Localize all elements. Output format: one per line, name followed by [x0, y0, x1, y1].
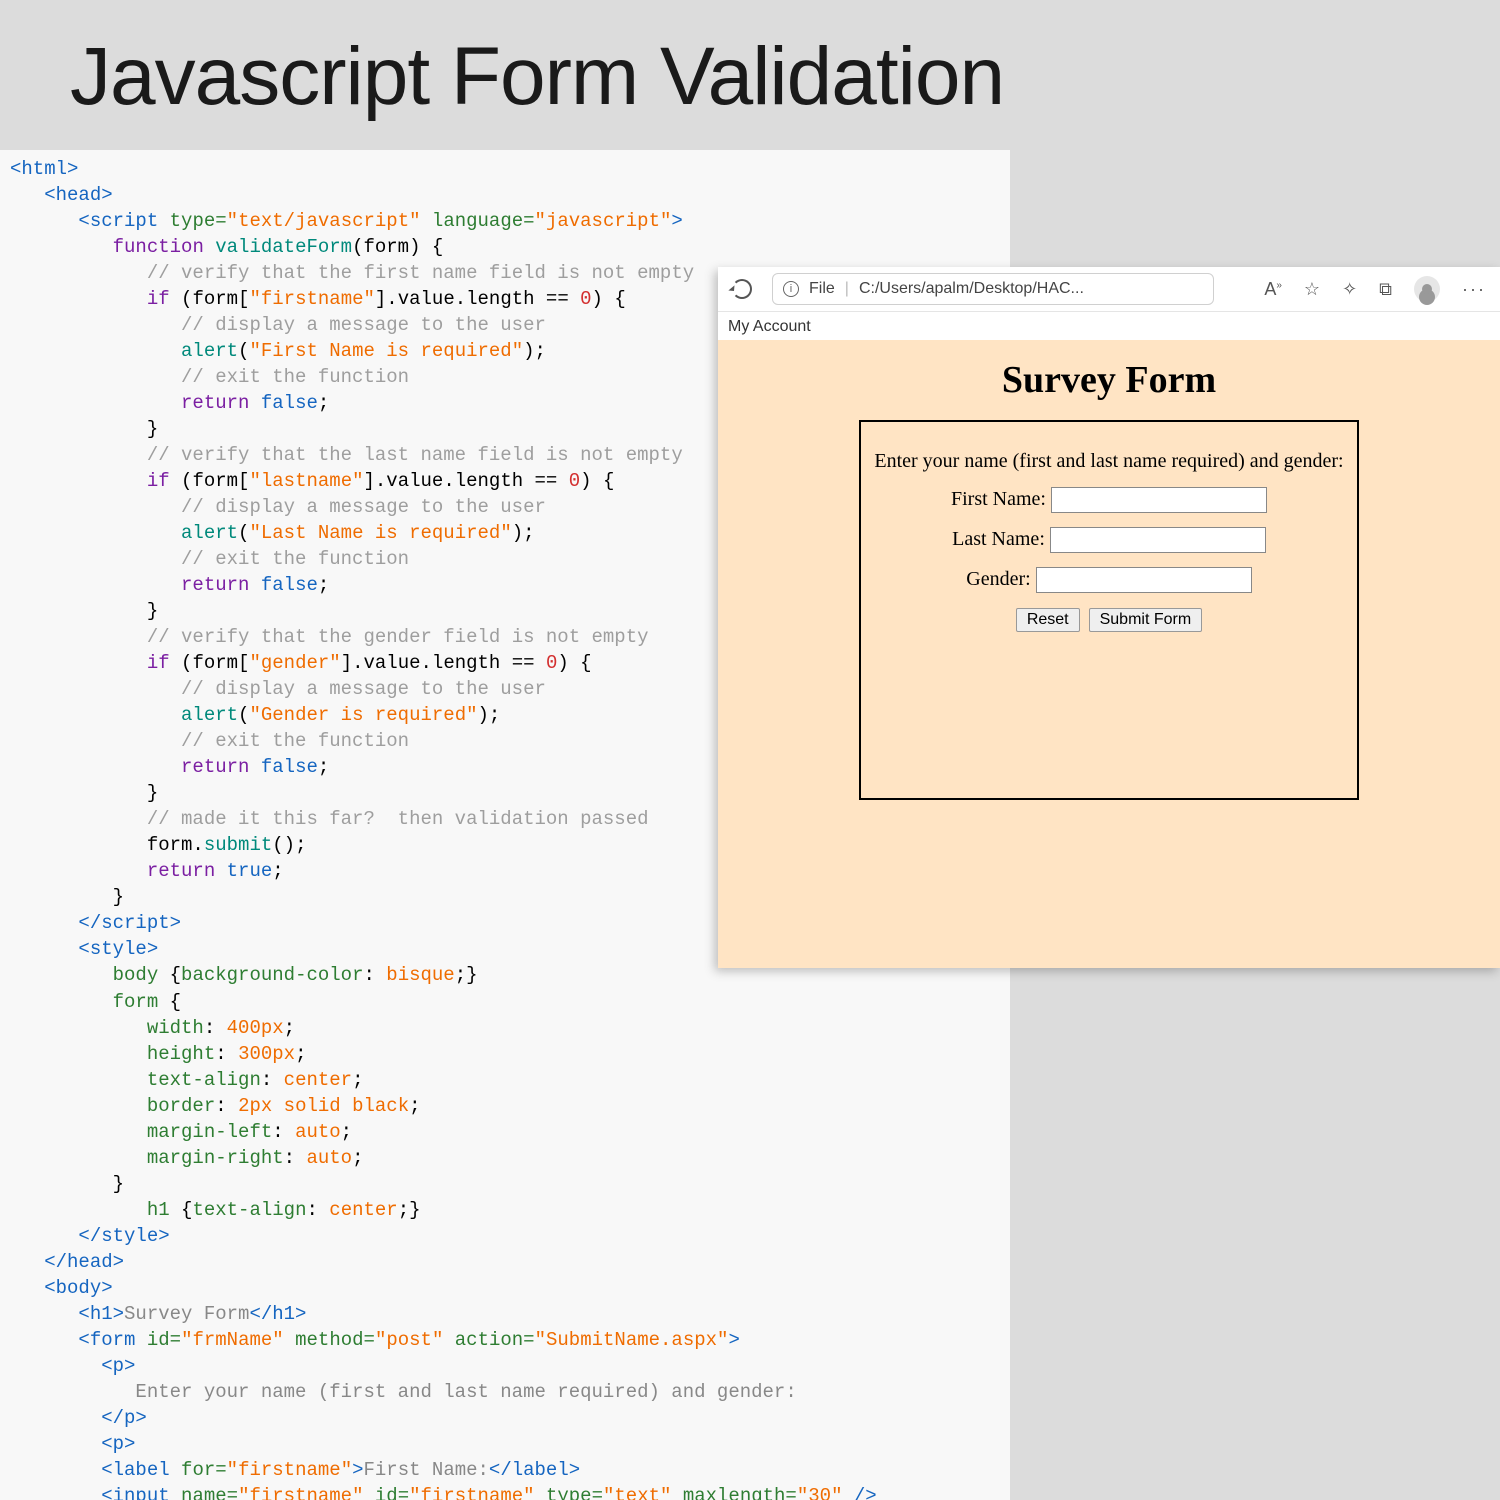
code-str: First Name is required: [261, 340, 512, 362]
collections-icon[interactable]: ⧉: [1379, 279, 1392, 300]
code-str: 2px solid black: [238, 1095, 409, 1117]
code-comment: // verify that the last name field is no…: [147, 444, 683, 466]
lastname-label: Last Name:: [952, 528, 1045, 551]
rendered-page: Survey Form Enter your name (first and l…: [718, 340, 1500, 968]
code-comment: // display a message to the user: [181, 314, 546, 336]
browser-preview: i File | C:/Users/apalm/Desktop/HAC... A…: [718, 267, 1500, 967]
code-str: lastname: [261, 470, 352, 492]
url-scheme: File: [809, 280, 835, 298]
code-comment: // display a message to the user: [181, 496, 546, 518]
url-text: C:/Users/apalm/Desktop/HAC...: [859, 280, 1084, 298]
code-str: Gender is required: [261, 704, 466, 726]
code-str: center: [329, 1199, 397, 1221]
firstname-label: First Name:: [951, 488, 1046, 511]
code-str: 30: [808, 1485, 831, 1500]
form-heading: Survey Form: [718, 358, 1500, 402]
code-str: firstname: [238, 1459, 341, 1481]
firstname-input[interactable]: [1051, 487, 1267, 513]
code-str: auto: [306, 1147, 352, 1169]
code-text: Enter your name (first and last name req…: [135, 1381, 796, 1403]
code-comment: // exit the function: [181, 730, 409, 752]
code-str: javascript: [546, 210, 660, 232]
my-account-link[interactable]: My Account: [718, 312, 1500, 340]
code-str: firstname: [249, 1485, 352, 1500]
read-aloud-icon[interactable]: A»: [1264, 279, 1282, 300]
code-comment: // made it this far? then validation pas…: [147, 808, 649, 830]
toolbar-icons: A» ☆ ✧ ⧉ ···: [1264, 276, 1486, 302]
code-str: 300px: [238, 1043, 295, 1065]
survey-form: Enter your name (first and last name req…: [859, 420, 1359, 800]
form-instruction: Enter your name (first and last name req…: [861, 450, 1357, 473]
code-str: frmName: [192, 1329, 272, 1351]
code-str: text: [614, 1485, 660, 1500]
code-comment: // verify that the gender field is not e…: [147, 626, 649, 648]
code-str: firstname: [421, 1485, 524, 1500]
code-str: 400px: [227, 1017, 284, 1039]
code-str: post: [386, 1329, 432, 1351]
code-comment: // display a message to the user: [181, 678, 546, 700]
code-str: firstname: [261, 288, 364, 310]
info-icon: i: [783, 281, 799, 297]
code-comment: // exit the function: [181, 548, 409, 570]
code-str: SubmitName.aspx: [546, 1329, 717, 1351]
address-bar[interactable]: i File | C:/Users/apalm/Desktop/HAC...: [772, 273, 1214, 305]
code-str: Last Name is required: [261, 522, 500, 544]
code-comment: // verify that the first name field is n…: [147, 262, 694, 284]
separator: |: [845, 280, 849, 298]
favorites-bar-icon[interactable]: ✧: [1342, 279, 1357, 300]
reset-button[interactable]: [1016, 608, 1080, 632]
code-text: First Name:: [364, 1459, 489, 1481]
code-str: center: [284, 1069, 352, 1091]
submit-button[interactable]: [1089, 608, 1203, 632]
code-str: gender: [261, 652, 329, 674]
gender-input[interactable]: [1036, 567, 1252, 593]
profile-avatar-icon[interactable]: [1414, 276, 1440, 302]
gender-label: Gender:: [966, 568, 1030, 591]
page-title: Javascript Form Validation: [0, 0, 1500, 144]
favorite-icon[interactable]: ☆: [1304, 279, 1320, 300]
code-str: text/javascript: [238, 210, 409, 232]
lastname-input[interactable]: [1050, 527, 1266, 553]
code-str: auto: [295, 1121, 341, 1143]
reload-icon[interactable]: [732, 279, 752, 299]
more-icon[interactable]: ···: [1462, 279, 1486, 300]
code-str: bisque: [386, 964, 454, 986]
code-text: Survey Form: [124, 1303, 249, 1325]
browser-toolbar: i File | C:/Users/apalm/Desktop/HAC... A…: [718, 267, 1500, 312]
code-comment: // exit the function: [181, 366, 409, 388]
